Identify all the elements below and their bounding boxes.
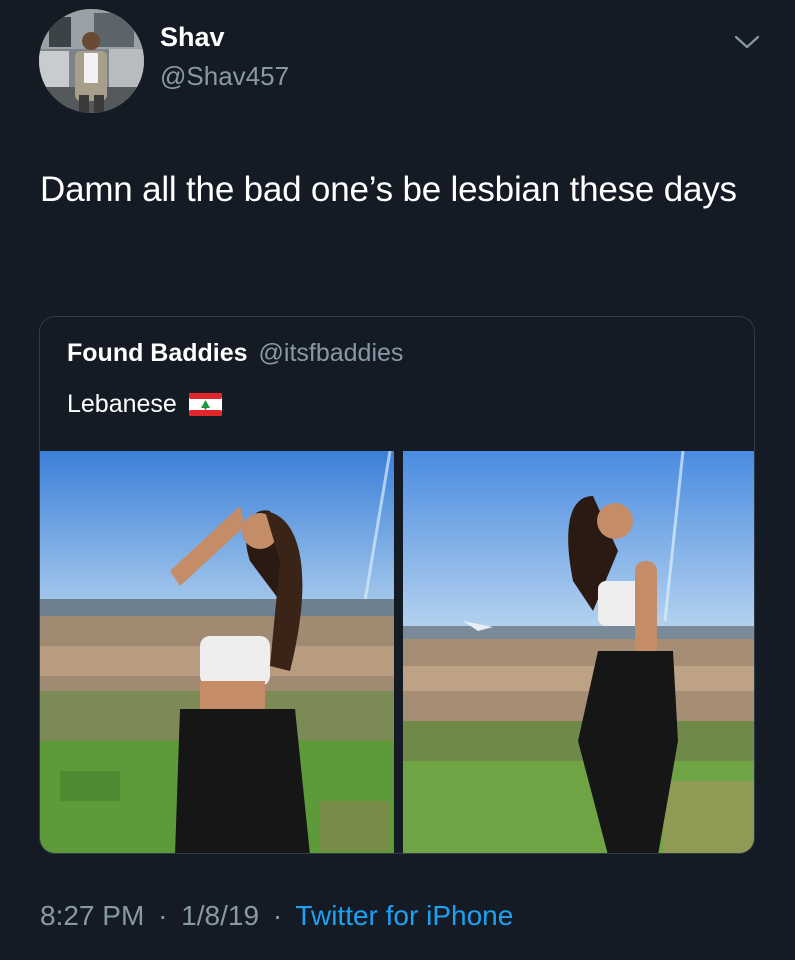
lebanon-flag-icon bbox=[188, 393, 222, 416]
chevron-down-icon[interactable] bbox=[734, 33, 760, 51]
quoted-tweet[interactable]: Found Baddies @itsfbaddies Lebanese bbox=[39, 316, 755, 854]
meta-separator: · bbox=[158, 900, 168, 931]
meta-separator: · bbox=[272, 900, 283, 931]
quoted-author-name: Found Baddies bbox=[67, 339, 248, 367]
tweet-date: 1/8/19 bbox=[181, 900, 260, 931]
tweet-text: Damn all the bad one’s be lesbian these … bbox=[40, 170, 737, 209]
photo-woman-hillside-1 bbox=[40, 451, 394, 853]
quoted-author-handle: @itsfbaddies bbox=[258, 339, 404, 367]
avatar-photo bbox=[39, 9, 144, 113]
quoted-tweet-header: Found Baddies @itsfbaddies bbox=[67, 339, 403, 368]
quoted-tweet-text-row: Lebanese bbox=[67, 390, 222, 419]
photo-woman-hillside-2 bbox=[403, 451, 754, 853]
quoted-photo-2[interactable] bbox=[403, 451, 754, 853]
quoted-tweet-text: Lebanese bbox=[67, 390, 177, 418]
tweet-source-link[interactable]: Twitter for iPhone bbox=[295, 900, 513, 931]
tweet-meta: 8:27 PM · 1/8/19 · Twitter for iPhone bbox=[40, 900, 513, 932]
quoted-photo-1[interactable] bbox=[40, 451, 394, 853]
tweet-card: Shav @Shav457 Damn all the bad one’s be … bbox=[0, 0, 795, 960]
author-name[interactable]: Shav bbox=[160, 22, 225, 53]
author-avatar[interactable] bbox=[39, 9, 144, 113]
author-handle[interactable]: @Shav457 bbox=[160, 61, 289, 92]
tweet-time: 8:27 PM bbox=[40, 900, 145, 931]
